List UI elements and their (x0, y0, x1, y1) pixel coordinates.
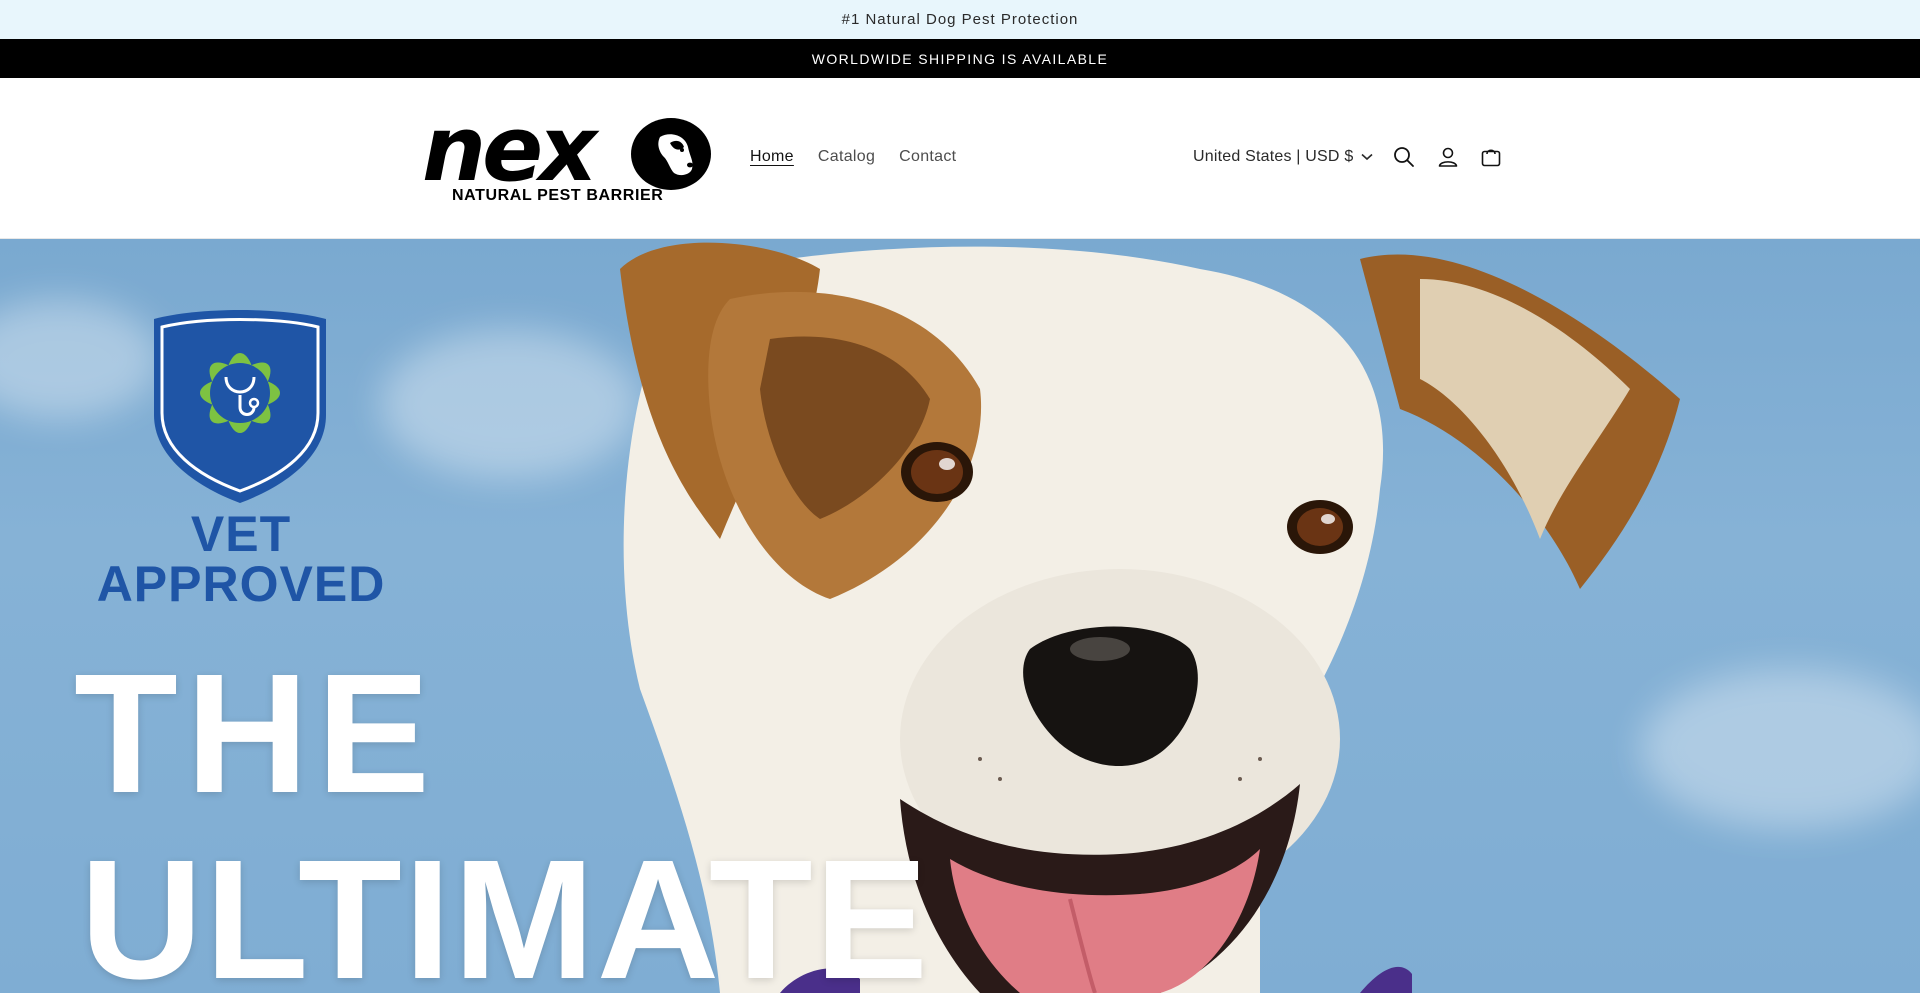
account-icon (1438, 147, 1458, 167)
hero-headline-line2: ULTIMATE (80, 825, 931, 993)
shipping-bar: WORLDWIDE SHIPPING IS AVAILABLE (0, 39, 1920, 78)
chevron-down-icon (1361, 153, 1373, 161)
nav-item-catalog[interactable]: Catalog (818, 148, 875, 166)
logo-wordmark: nex (422, 97, 597, 202)
nav-item-home[interactable]: Home (750, 148, 794, 166)
announcement-bar: #1 Natural Dog Pest Protection (0, 0, 1920, 39)
search-button[interactable] (1388, 141, 1420, 173)
locale-label: United States | USD $ (1193, 148, 1354, 165)
nav-item-contact[interactable]: Contact (899, 148, 956, 166)
main-nav: Home Catalog Contact (750, 148, 980, 166)
site-header: nex NATURAL PEST BARRIER Home Catalog Co… (0, 78, 1920, 239)
country-currency-selector[interactable]: United States | USD $ (1193, 148, 1373, 166)
search-icon (1394, 147, 1414, 167)
vet-approved-badge: VET APPROVED (96, 509, 386, 609)
badge-line-vet: VET (190, 506, 292, 562)
cart-icon (1481, 149, 1501, 167)
shipping-text: WORLDWIDE SHIPPING IS AVAILABLE (811, 50, 1109, 67)
hero-cloud (0, 299, 160, 419)
account-button[interactable] (1432, 141, 1464, 173)
hero-headline-line1: THE (74, 639, 438, 829)
hero-banner[interactable]: VET APPROVED THE ULTIMATE (0, 239, 1920, 993)
vet-shield-icon (154, 310, 326, 503)
cart-button[interactable] (1475, 141, 1507, 173)
logo-tagline: NATURAL PEST BARRIER (452, 187, 664, 204)
badge-line-approved: APPROVED (96, 556, 386, 612)
logo-link[interactable]: nex NATURAL PEST BARRIER (420, 105, 715, 213)
announcement-text: #1 Natural Dog Pest Protection (841, 11, 1079, 28)
dog-logo-icon (631, 118, 711, 190)
